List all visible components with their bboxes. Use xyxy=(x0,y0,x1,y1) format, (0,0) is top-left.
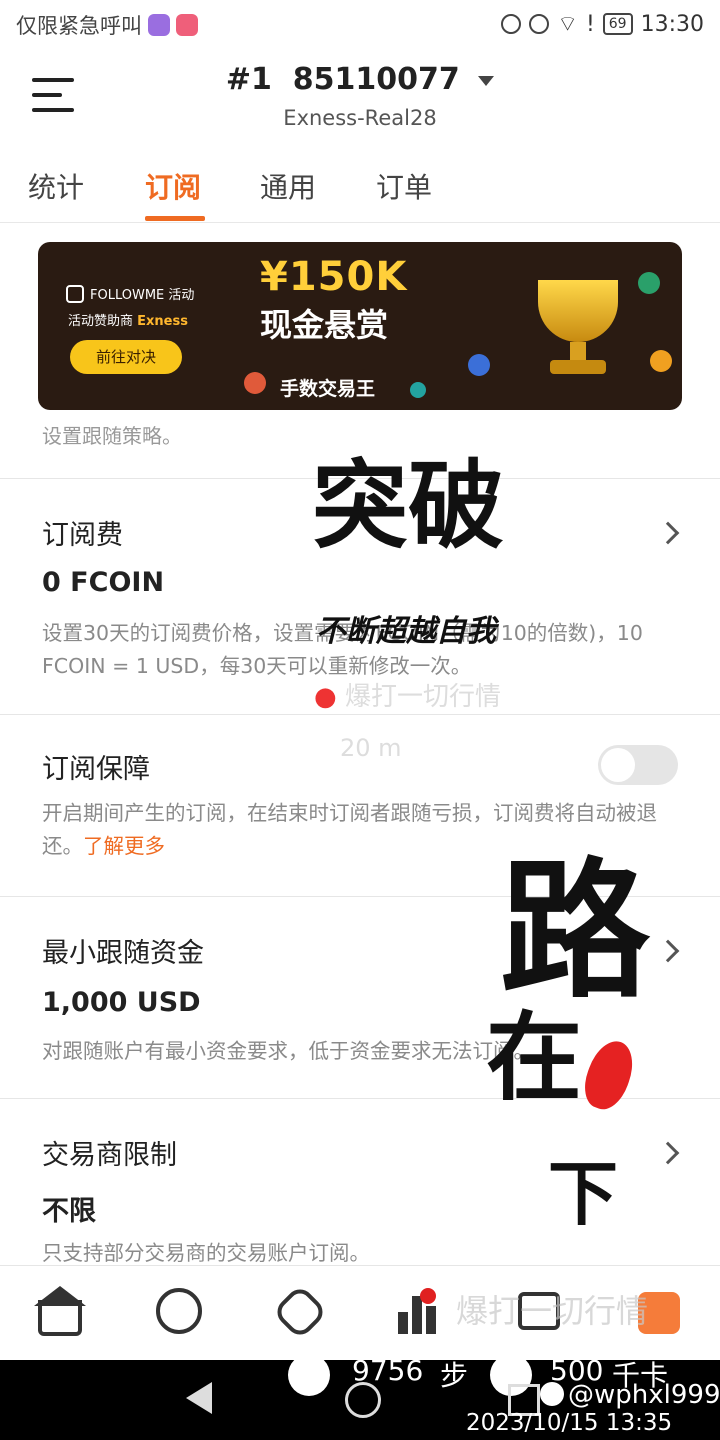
carrier-text: 仅限紧急呼叫 xyxy=(16,14,142,38)
banner-logo-text: FOLLOWME 活动 xyxy=(90,288,195,303)
nfc-icon xyxy=(501,14,522,34)
banner-sponsor: 活动赞助商 Exness xyxy=(68,310,188,329)
section-title: 最小跟随资金 xyxy=(42,938,204,969)
banner-sponsor-prefix: 活动赞助商 xyxy=(68,314,134,329)
status-bar: 仅限紧急呼叫 ⌔ ! 69 13:30 xyxy=(0,0,720,50)
learn-more-link[interactable]: 了解更多 xyxy=(83,834,165,858)
section-value: 1,000 USD xyxy=(42,987,201,1018)
tab-bar: 统计 订阅 通用 订单 xyxy=(0,150,720,223)
alarm-icon xyxy=(529,14,550,34)
status-right: ⌔ ! 69 13:30 xyxy=(501,10,704,38)
alert-icon: ! xyxy=(585,11,595,37)
tab-stats[interactable]: 统计 xyxy=(28,166,84,206)
coin-icon xyxy=(410,382,426,398)
battery-icon: 69 xyxy=(602,13,633,35)
watermark-big-text: 在 xyxy=(486,1001,582,1114)
location-pin-icon: ● xyxy=(314,682,337,712)
account-rank: #1 xyxy=(225,62,272,97)
bottom-navigation: 爆打一切行情 xyxy=(0,1265,720,1361)
coin-icon xyxy=(638,272,660,294)
account-number: 85110077 xyxy=(292,62,460,97)
app-notification-icon xyxy=(176,14,198,36)
watermark-big-text: 下 xyxy=(548,1152,618,1235)
section-value: 0 FCOIN xyxy=(42,567,165,598)
section-value: 不限 xyxy=(42,1196,96,1227)
banner-subline: 手数交易王 xyxy=(280,378,376,400)
notification-dot xyxy=(420,1288,436,1304)
wifi-icon: ⌔ xyxy=(557,12,578,37)
active-tab-indicator xyxy=(145,216,205,221)
watermark-location: ● 爆打一切行情 xyxy=(314,676,501,713)
steps-icon xyxy=(288,1354,330,1396)
chevron-right-icon xyxy=(656,939,680,963)
photo-datetime: 2023/10/15 13:35 xyxy=(466,1410,673,1436)
chevron-right-icon xyxy=(656,521,680,545)
section-description: 对跟随账户有最小资金要求，低于资金要求无法订阅。 xyxy=(42,1039,534,1063)
app-notification-icon xyxy=(148,14,170,36)
feed-icon[interactable] xyxy=(156,1288,202,1334)
tab-subscription[interactable]: 订阅 xyxy=(145,166,201,206)
watermark-distance: 20 m xyxy=(340,734,402,762)
facebook-icon xyxy=(540,1382,564,1406)
trophy-icon xyxy=(528,260,628,380)
tab-orders[interactable]: 订单 xyxy=(376,166,432,206)
banner-amount: ¥150K xyxy=(260,254,408,300)
watermark-location-text: 爆打一切行情 xyxy=(344,682,501,712)
banner-headline: 现金悬赏 xyxy=(260,306,389,344)
guarantee-toggle[interactable] xyxy=(598,745,678,785)
section-description: 只支持部分交易商的交易账户订阅。 xyxy=(42,1241,370,1265)
social-handle: @wphxl999 xyxy=(568,1380,720,1410)
banner-sponsor-name: Exness xyxy=(137,314,188,329)
section-title: 订阅费 xyxy=(42,520,123,551)
coin-icon xyxy=(468,354,490,376)
followme-logo: FOLLOWME 活动 xyxy=(66,284,194,303)
watermark-overlay: 爆打一切行情 xyxy=(456,1292,649,1330)
watermark-line: 不断超越自我 xyxy=(316,614,496,649)
account-selector[interactable]: #1 85110077 xyxy=(0,62,720,97)
clipped-text: 设置跟随策略。 xyxy=(42,424,182,448)
coin-icon xyxy=(244,372,266,394)
section-title: 交易商限制 xyxy=(42,1140,177,1171)
clock: 13:30 xyxy=(640,11,704,37)
caret-down-icon xyxy=(478,75,495,86)
coin-icon xyxy=(650,350,672,372)
section-title: 订阅保障 xyxy=(42,754,150,785)
system-nav-bar: 9756 步 500 千卡 @wphxl999 2023/10/15 13:35 xyxy=(0,1354,720,1440)
subscription-settings: 设置跟随策略。 订阅费 0 FCOIN 设置30天的订阅费价格，设置需要为FCO… xyxy=(0,410,720,1265)
promo-banner[interactable]: FOLLOWME 活动 活动赞助商 Exness 前往对决 ¥150K 现金悬赏… xyxy=(38,242,682,410)
banner-cta-button[interactable]: 前往对决 xyxy=(70,340,182,374)
chevron-right-icon xyxy=(656,1141,680,1165)
account-server: Exness-Real28 xyxy=(283,106,437,130)
steps-unit: 步 xyxy=(440,1359,469,1392)
back-button[interactable] xyxy=(186,1382,212,1414)
status-left: 仅限紧急呼叫 xyxy=(16,10,198,40)
app-header: #1 85110077 Exness-Real28 xyxy=(0,50,720,140)
followme-logo-icon xyxy=(66,284,84,303)
home-icon[interactable] xyxy=(38,1300,82,1336)
watermark-big-text: 突破 xyxy=(312,449,504,562)
trade-icon[interactable] xyxy=(271,1283,329,1341)
home-button[interactable] xyxy=(345,1382,381,1418)
tab-general[interactable]: 通用 xyxy=(260,166,316,206)
